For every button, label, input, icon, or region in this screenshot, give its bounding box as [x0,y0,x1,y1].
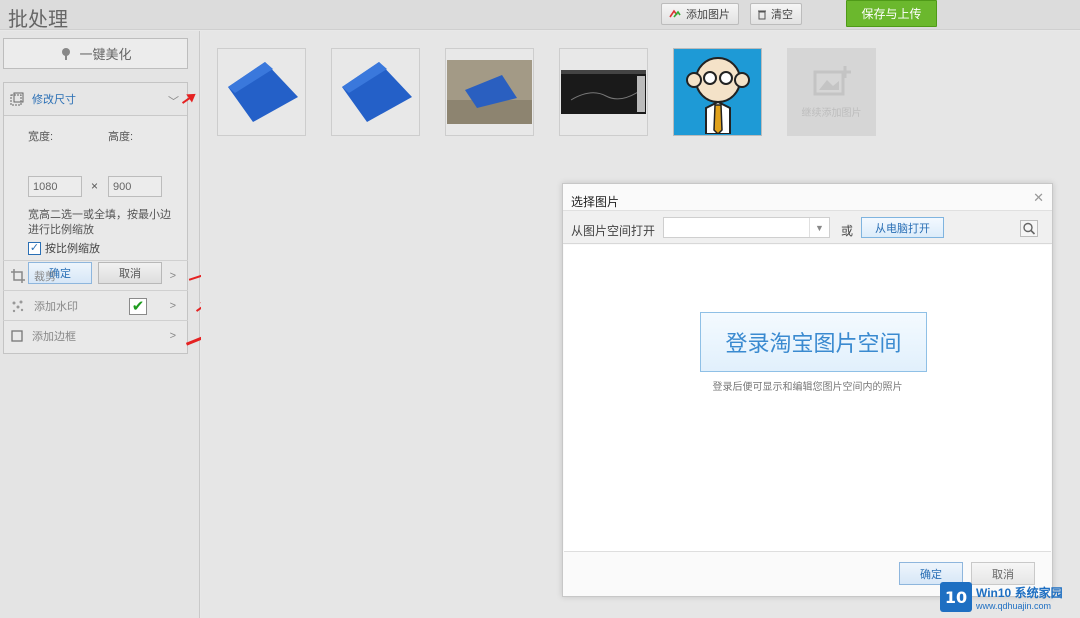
add-image-icon [813,65,851,95]
chevron-right-icon: > [169,269,176,282]
dialog-title: 选择图片 [571,195,620,209]
win10-badge: 10 [940,582,972,612]
resize-title: 修改尺寸 [32,94,76,106]
width-input[interactable]: 1080 [28,176,82,197]
or-label: 或 [841,224,854,238]
page-title: 批处理 [8,7,68,31]
flower-icon [62,47,71,60]
watermark-brand: Win10 系统家园 [976,585,1063,600]
chevron-down-icon: ﹀ [168,96,179,108]
watermark-label: 添加水印 [34,300,78,313]
chevron-right-icon: > [169,299,176,312]
search-button[interactable] [1020,220,1038,237]
proportional-checkbox[interactable]: ✓ [28,241,41,255]
image-thumbnail[interactable] [559,48,648,136]
search-icon [1023,222,1036,235]
resize-panel-header[interactable]: 修改尺寸 ﹀ [4,83,187,116]
image-space-select[interactable]: ▼ [663,217,830,238]
height-label: 高度: [108,131,134,143]
chevron-right-icon: > [169,329,176,342]
resize-icon [10,92,24,106]
border-tool-row[interactable]: 添加边框 > [3,320,188,350]
add-image-icon [669,9,681,18]
green-check-icon: ✔ [129,298,147,315]
image-thumbnail[interactable] [331,48,420,136]
dialog-toolbar: 从图片空间打开 ▼ 或 从电脑打开 [563,210,1052,244]
sparkle-icon [12,300,24,312]
height-input[interactable]: 900 [108,176,162,197]
square-icon [11,329,23,342]
add-image-button[interactable]: 添加图片 [661,3,739,25]
times-sign: × [91,179,99,193]
chevron-down-icon: ▼ [809,218,829,237]
crop-label: 裁剪 [34,270,56,283]
watermark-url: www.qdhuajin.com [976,600,1052,611]
resize-hint: 宽高二选一或全填，按最小边进行比例缩放 [28,209,171,236]
watermark-tool-row[interactable]: 添加水印 ✔ > [3,290,188,320]
trash-icon [758,10,766,19]
beautify-label: 一键美化 [79,47,132,62]
dialog-body: 登录淘宝图片空间 登录后便可显示和编辑您图片空间内的照片 [564,245,1051,552]
login-taobao-space-button[interactable]: 登录淘宝图片空间 [700,312,927,372]
add-more-label: 继续添加图片 [801,107,862,119]
add-image-label: 添加图片 [686,9,730,21]
clear-button[interactable]: 清空 [750,3,802,25]
crop-icon [11,268,25,283]
save-upload-button[interactable]: 保存与上传 [846,0,937,27]
border-label: 添加边框 [32,330,76,343]
image-thumbnail[interactable] [445,48,534,136]
site-watermark-logo: 10 Win10 系统家园 www.qdhuajin.com [940,580,1076,614]
image-thumbnail[interactable] [217,48,306,136]
login-hint: 登录后便可显示和编辑您图片空间内的照片 [712,382,903,393]
width-label: 宽度: [28,131,54,143]
proportional-label: 按比例缩放 [45,243,100,255]
sidebar: 一键美化 修改尺寸 ﹀ 宽度: 高度: 1080 × 900 宽高二选一或全填，… [0,31,219,618]
proportional-checkbox-row[interactable]: ✓ 按比例缩放 [28,240,100,256]
open-from-pc-button[interactable]: 从电脑打开 [861,217,944,238]
clear-label: 清空 [771,9,793,21]
open-from-space-label: 从图片空间打开 [571,224,656,238]
select-image-dialog: 选择图片 ✕ 从图片空间打开 ▼ 或 从电脑打开 登录淘宝图片空间 登录后便可显… [562,183,1053,597]
top-bar: 批处理 添加图片 清空 保存与上传 [0,0,1080,31]
crop-tool-row[interactable]: 裁剪 > [3,260,188,290]
add-more-images-tile[interactable]: 继续添加图片 [787,48,876,136]
close-icon[interactable]: ✕ [1033,190,1044,206]
image-thumbnail[interactable] [673,48,762,136]
one-click-beautify-button[interactable]: 一键美化 [3,38,188,69]
